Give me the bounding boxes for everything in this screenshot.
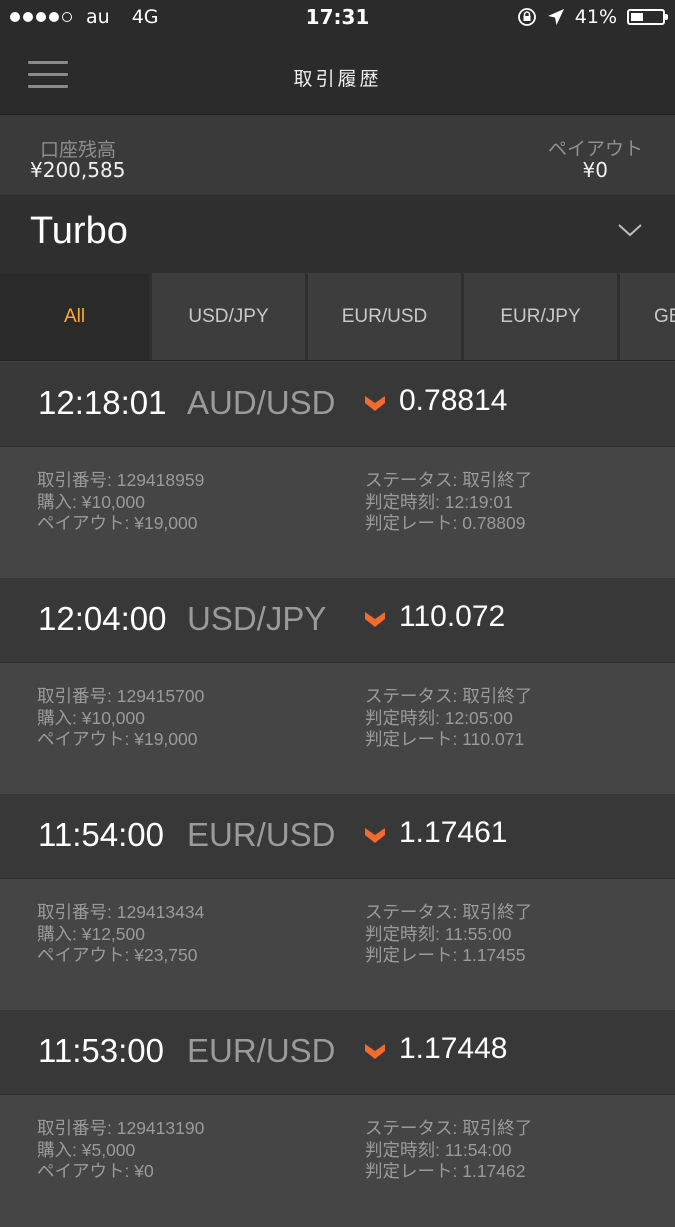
chevron-down-icon[interactable] <box>617 220 643 240</box>
trade-payout: ペイアウト: ¥19,000 <box>37 513 198 533</box>
trade-details-left: 取引番号: 129418959 購入: ¥10,000 ペイアウト: ¥19,0… <box>37 470 204 535</box>
battery-percent: 41% <box>574 6 617 28</box>
trade-rate: 0.78814 <box>399 384 508 417</box>
trade-rate: 110.072 <box>399 600 506 633</box>
trade-purchase: 購入: ¥10,000 <box>37 707 145 728</box>
trade-row-header[interactable]: 12:18:01 AUD/USD 0.78814 <box>0 362 675 446</box>
trade-pair: USD/JPY <box>187 600 327 637</box>
battery-icon <box>627 9 668 25</box>
trade-details-right: ステータス: 取引終了 判定時刻: 12:05:00 判定レート: 110.07… <box>365 686 532 751</box>
payout-label: ペイアウト <box>547 138 643 160</box>
down-arrow-icon <box>365 1044 385 1059</box>
trade-time: 12:04:00 <box>38 600 167 637</box>
trade-judge-time: 判定時刻: 12:19:01 <box>365 491 513 512</box>
trade-pair: AUD/USD <box>187 384 336 421</box>
trade-status: ステータス: 取引終了 <box>365 902 533 922</box>
status-bar: au 4G 17:31 41% <box>0 0 675 38</box>
down-arrow-icon <box>365 828 385 843</box>
trade-payout: ペイアウト: ¥19,000 <box>37 729 198 749</box>
trade-row-header[interactable]: 12:04:00 USD/JPY 110.072 <box>0 578 675 662</box>
tab-eur-usd[interactable]: EUR/USD <box>308 273 461 360</box>
trade-judge-time: 判定時刻: 11:55:00 <box>365 923 512 944</box>
trade-pair: EUR/USD <box>187 816 336 853</box>
trade-judge-rate: 判定レート: 110.071 <box>365 729 525 749</box>
tab-eur-jpy[interactable]: EUR/JPY <box>464 273 617 360</box>
trade-details-right: ステータス: 取引終了 判定時刻: 11:55:00 判定レート: 1.1745… <box>365 902 532 967</box>
trade-judge-time: 判定時刻: 12:05:00 <box>365 707 513 728</box>
status-right: 41% <box>517 6 668 28</box>
trade-details-right: ステータス: 取引終了 判定時刻: 11:54:00 判定レート: 1.1746… <box>365 1118 532 1183</box>
trade-details: 取引番号: 129413190 購入: ¥5,000 ペイアウト: ¥0 ステー… <box>0 1094 675 1227</box>
trade-row-header[interactable]: 11:53:00 EUR/USD 1.17448 <box>0 1010 675 1094</box>
trade-purchase: 購入: ¥10,000 <box>37 491 145 512</box>
trade-judge-rate: 判定レート: 0.78809 <box>365 513 526 533</box>
trade-status: ステータス: 取引終了 <box>365 686 533 706</box>
trade-pair: EUR/USD <box>187 1032 336 1069</box>
trade-details: 取引番号: 129413434 購入: ¥12,500 ペイアウト: ¥23,7… <box>0 878 675 1011</box>
tab-usd-jpy[interactable]: USD/JPY <box>152 273 305 360</box>
trade-details-right: ステータス: 取引終了 判定時刻: 12:19:01 判定レート: 0.7880… <box>365 470 532 535</box>
down-arrow-icon <box>365 396 385 411</box>
trade-number: 取引番号: 129413190 <box>37 1118 205 1138</box>
trade-number: 取引番号: 129418959 <box>37 470 205 490</box>
product-name: Turbo <box>30 210 128 252</box>
trade-time: 11:54:00 <box>38 816 165 853</box>
trade-details: 取引番号: 129415700 購入: ¥10,000 ペイアウト: ¥19,0… <box>0 662 675 795</box>
trade-time: 12:18:01 <box>38 384 167 421</box>
trade-rate: 1.17448 <box>399 1032 508 1065</box>
trade-rate: 1.17461 <box>399 816 508 849</box>
tab-gb[interactable]: GB <box>620 273 675 360</box>
down-arrow-icon <box>365 612 385 627</box>
tab-all[interactable]: All <box>0 273 149 360</box>
currency-tabs: All USD/JPY EUR/USD EUR/JPY GB <box>0 273 675 361</box>
product-selector[interactable]: Turbo <box>0 196 675 273</box>
trade-details-left: 取引番号: 129413434 購入: ¥12,500 ペイアウト: ¥23,7… <box>37 902 204 967</box>
trade-details-left: 取引番号: 129415700 購入: ¥10,000 ペイアウト: ¥19,0… <box>37 686 204 751</box>
payout-value: ¥0 <box>582 158 608 182</box>
trade-number: 取引番号: 129415700 <box>37 686 205 706</box>
trade-time: 11:53:00 <box>38 1032 165 1069</box>
trade-judge-rate: 判定レート: 1.17455 <box>365 945 526 965</box>
trade-purchase: 購入: ¥12,500 <box>37 923 145 944</box>
trade-status: ステータス: 取引終了 <box>365 1118 533 1138</box>
trade-judge-time: 判定時刻: 11:54:00 <box>365 1139 512 1160</box>
trade-details: 取引番号: 129418959 購入: ¥10,000 ペイアウト: ¥19,0… <box>0 446 675 579</box>
trade-payout: ペイアウト: ¥0 <box>37 1161 154 1181</box>
location-arrow-icon <box>547 9 564 25</box>
rotation-lock-icon <box>517 8 536 26</box>
trade-number: 取引番号: 129413434 <box>37 902 205 922</box>
trade-purchase: 購入: ¥5,000 <box>37 1139 136 1160</box>
account-summary: 口座残高 ¥200,585 ペイアウト ¥0 <box>0 115 675 196</box>
page-title: 取引履歴 <box>293 68 382 90</box>
balance-value: ¥200,585 <box>30 158 126 182</box>
trade-details-left: 取引番号: 129413190 購入: ¥5,000 ペイアウト: ¥0 <box>37 1118 204 1183</box>
trade-row-header[interactable]: 11:54:00 EUR/USD 1.17461 <box>0 794 675 878</box>
trade-judge-rate: 判定レート: 1.17462 <box>365 1161 526 1181</box>
trade-status: ステータス: 取引終了 <box>365 470 533 490</box>
trade-payout: ペイアウト: ¥23,750 <box>37 945 198 965</box>
nav-bar: 取引履歴 <box>0 38 675 115</box>
